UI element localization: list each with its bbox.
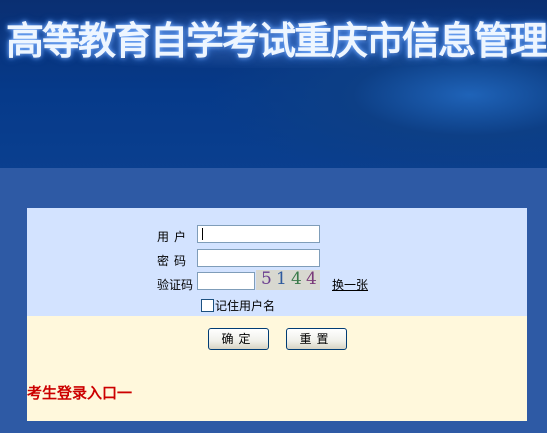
captcha-image[interactable]: 5 1 4 4: [256, 270, 320, 290]
system-title: 高等教育自学考试重庆市信息管理系统: [6, 18, 547, 63]
captcha-label: 验证码: [157, 278, 194, 292]
username-label: 用户: [157, 230, 192, 244]
captcha-digit: 4: [306, 270, 317, 289]
candidate-login-entry[interactable]: 考生登录入口一: [27, 382, 132, 403]
captcha-input[interactable]: [197, 272, 255, 290]
captcha-digit: 1: [276, 270, 287, 289]
reset-button[interactable]: 重置: [286, 328, 347, 350]
password-input[interactable]: [197, 249, 320, 267]
confirm-button[interactable]: 确定: [208, 328, 269, 350]
remember-checkbox[interactable]: [201, 299, 214, 312]
text-cursor: [202, 228, 203, 240]
login-panel: 用户 密码 验证码 5 1 4 4 换一张 记住用户名 确定 重置 考生登录入口…: [27, 208, 527, 421]
username-input[interactable]: [197, 225, 320, 243]
login-form: 用户 密码 验证码 5 1 4 4 换一张 记住用户名: [27, 208, 527, 316]
change-captcha-link[interactable]: 换一张: [332, 276, 368, 293]
password-label: 密码: [157, 254, 192, 268]
captcha-digit: 5: [261, 270, 272, 289]
banner-divider: [0, 168, 547, 170]
header-banner: 高等教育自学考试重庆市信息管理系统: [0, 0, 547, 170]
remember-label: 记住用户名: [215, 299, 276, 313]
captcha-digit: 4: [291, 270, 302, 289]
